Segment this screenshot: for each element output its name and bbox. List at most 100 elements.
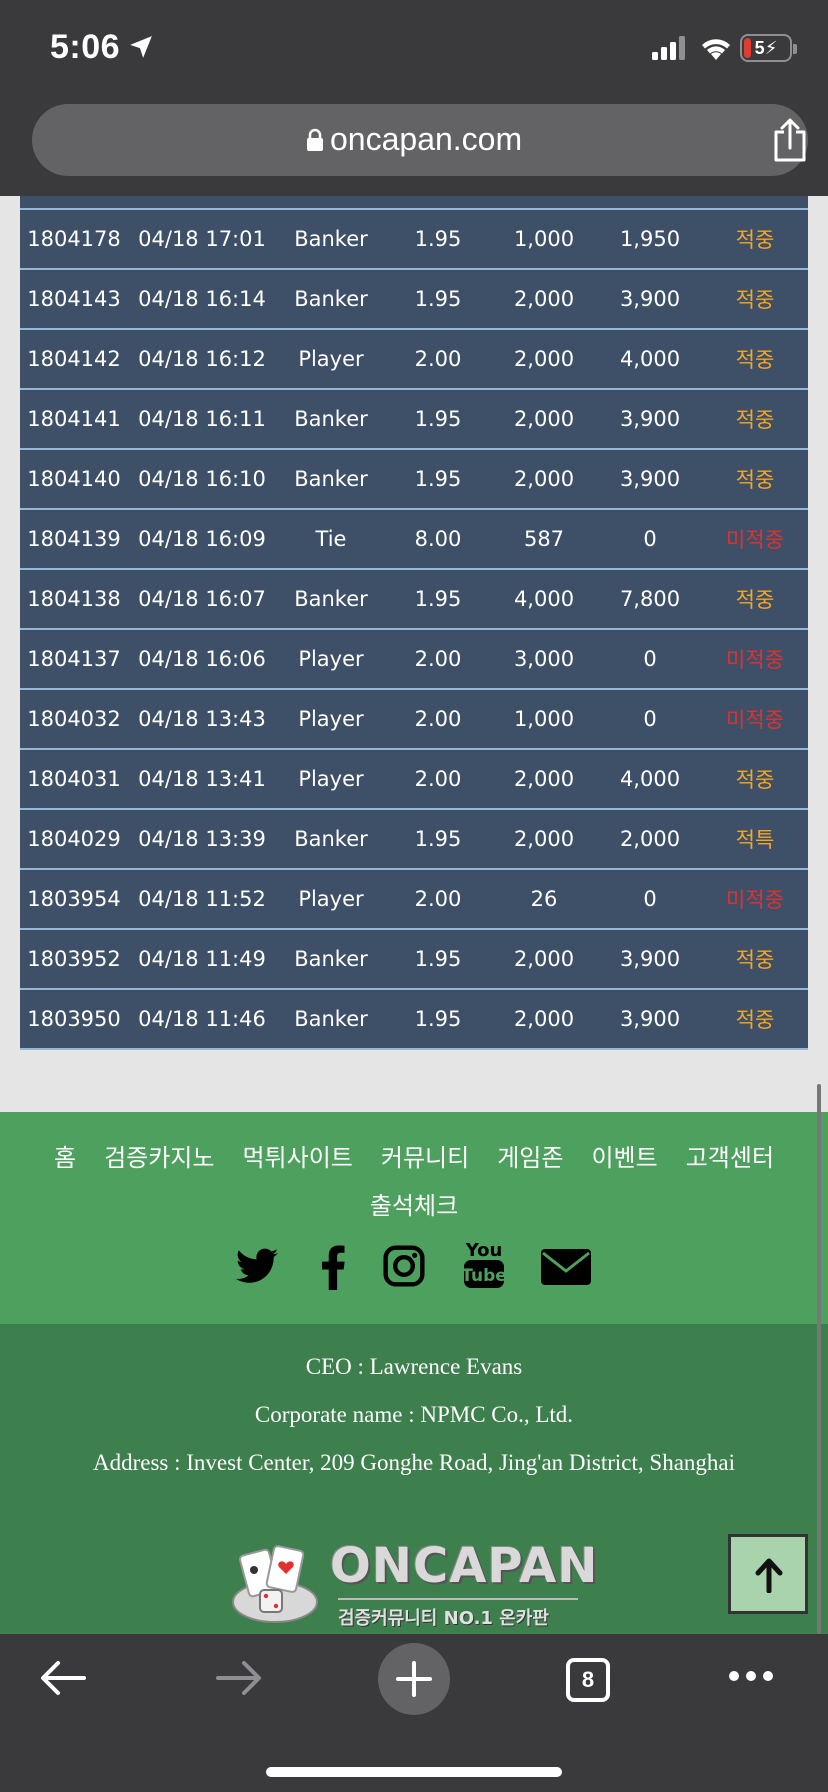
cell-id: 1804140 [27,467,121,491]
cell-payout: 7,800 [619,587,681,611]
cell-bet: 2,000 [513,407,575,431]
status-bar: 5:06 5⚡ [0,0,828,100]
cell-result: 적특 [735,828,775,852]
cell-bet: 1,000 [513,227,575,251]
share-icon[interactable] [770,118,810,162]
browser-address-area: oncapan.com [0,100,828,196]
lock-icon [307,128,323,151]
back-arrow-icon[interactable] [40,1660,86,1696]
cell-id: 1804178 [27,227,121,251]
cell-datetime: 04/18 16:11 [138,407,266,431]
address-text: Address : Invest Center, 209 Gonghe Road… [92,1450,735,1475]
cell-odds: 1.95 [414,587,462,611]
cell-result: 미적중 [726,708,784,732]
cell-datetime: 04/18 17:01 [138,227,266,251]
cell-pick: Banker [294,287,368,311]
footer-link[interactable]: 검증카지노 [104,1145,214,1172]
cell-id: 1804031 [27,767,121,791]
cell-pick: Player [298,767,364,791]
footer-link[interactable]: 고객센터 [686,1145,774,1172]
cell-bet: 2,000 [513,1007,575,1031]
youtube-icon[interactable]: You Tube [461,1238,507,1290]
cell-odds: 1.95 [414,467,462,491]
mail-icon[interactable] [540,1244,592,1290]
table-row: 1804139 04/18 16:09 Tie 8.00 587 0 미적중 [20,510,808,570]
cellular-signal-icon [652,36,685,60]
cell-bet: 2,000 [513,287,575,311]
company-info: CEO : Lawrence Evans Corporate name : NP… [0,1324,828,1634]
cell-bet: 2,000 [513,827,575,851]
twitter-icon[interactable] [234,1244,280,1290]
more-dots-icon[interactable] [728,1670,774,1682]
table-row: 1803954 04/18 11:52 Player 2.00 26 0 미적중 [20,870,808,930]
status-time: 5:06 [50,28,121,66]
footer-link-attendance[interactable]: 출석체크 [370,1193,458,1220]
cell-pick: Banker [294,1007,368,1031]
cell-id: 1803954 [27,887,121,911]
instagram-icon[interactable] [382,1244,426,1288]
cell-result: 미적중 [726,648,784,672]
cell-pick: Banker [294,467,368,491]
cell-id: 1804142 [27,347,121,371]
cell-payout: 0 [643,707,657,731]
cell-datetime: 04/18 16:09 [138,527,266,551]
scroll-to-top-button[interactable] [728,1534,808,1614]
cell-bet: 26 [530,887,558,911]
cell-odds: 1.95 [414,407,462,431]
cell-datetime: 04/18 13:43 [138,707,266,731]
footer-link[interactable]: 먹튀사이트 [242,1145,352,1172]
table-row: 1804143 04/18 16:14 Banker 1.95 2,000 3,900 적중 [20,270,808,330]
cell-datetime: 04/18 16:12 [138,347,266,371]
footer-link[interactable]: 게임존 [497,1145,563,1172]
cell-id: 1803950 [27,1007,121,1031]
cell-id: 1803952 [27,947,121,971]
table-row: 1804032 04/18 13:43 Player 2.00 1,000 0 미적중 [20,690,808,750]
cell-bet: 2,000 [513,947,575,971]
cell-pick: Banker [294,827,368,851]
cell-odds: 8.00 [414,527,462,551]
cell-payout: 0 [643,647,657,671]
cell-pick: Banker [294,947,368,971]
battery-icon: 5⚡ [740,34,797,62]
cell-bet: 2,000 [513,767,575,791]
cell-payout: 3,900 [619,287,681,311]
cell-id: 1804141 [27,407,121,431]
cell-odds: 2.00 [414,707,462,731]
footer-link[interactable]: 홈 [54,1145,76,1172]
footer-menu: 홈 검증카지노 먹튀사이트 커뮤니티 게임존 이벤트 고객센터 [0,1138,828,1173]
cell-datetime: 04/18 11:49 [138,947,266,971]
footer-link[interactable]: 커뮤니티 [381,1145,469,1172]
table-row: 1804138 04/18 16:07 Banker 1.95 4,000 7,800 적중 [20,570,808,630]
cell-result: 적중 [735,468,775,492]
cell-odds: 2.00 [414,767,462,791]
tabs-button[interactable]: 8 [566,1658,610,1702]
table-row: 1804178 04/18 17:01 Banker 1.95 1,000 1,950 적중 [20,210,808,270]
cell-bet: 2,000 [513,347,575,371]
table-row: 1803952 04/18 11:49 Banker 1.95 2,000 3,900 적중 [20,930,808,990]
page-scrollbar[interactable] [817,1084,821,1634]
cell-id: 1804032 [27,707,121,731]
cell-payout: 0 [643,887,657,911]
facebook-icon[interactable] [316,1244,350,1290]
cell-payout: 4,000 [619,347,681,371]
address-bar[interactable]: oncapan.com [32,104,808,176]
cell-payout: 3,900 [619,407,681,431]
cell-id: 1804143 [27,287,121,311]
forward-arrow-icon[interactable] [216,1660,262,1696]
cell-bet: 3,000 [513,647,575,671]
oncapan-logo[interactable]: ONCAPAN 검증커뮤니티 NO.1 온카판 [228,1534,600,1630]
arrow-up-icon [755,1558,783,1593]
cell-result: 적중 [735,588,775,612]
cell-pick: Player [298,647,364,671]
table-row: 1803950 04/18 11:46 Banker 1.95 2,000 3,900 적중 [20,990,808,1050]
cell-odds: 2.00 [414,887,462,911]
cell-result: 적중 [735,288,775,312]
footer-link[interactable]: 이벤트 [591,1145,657,1172]
cell-datetime: 04/18 13:41 [138,767,266,791]
new-tab-button[interactable] [378,1643,450,1715]
cell-payout: 1,950 [619,227,681,251]
cell-payout: 3,900 [619,1007,681,1031]
cell-datetime: 04/18 11:52 [138,887,266,911]
cell-bet: 587 [523,527,565,551]
cell-payout: 2,000 [619,827,681,851]
